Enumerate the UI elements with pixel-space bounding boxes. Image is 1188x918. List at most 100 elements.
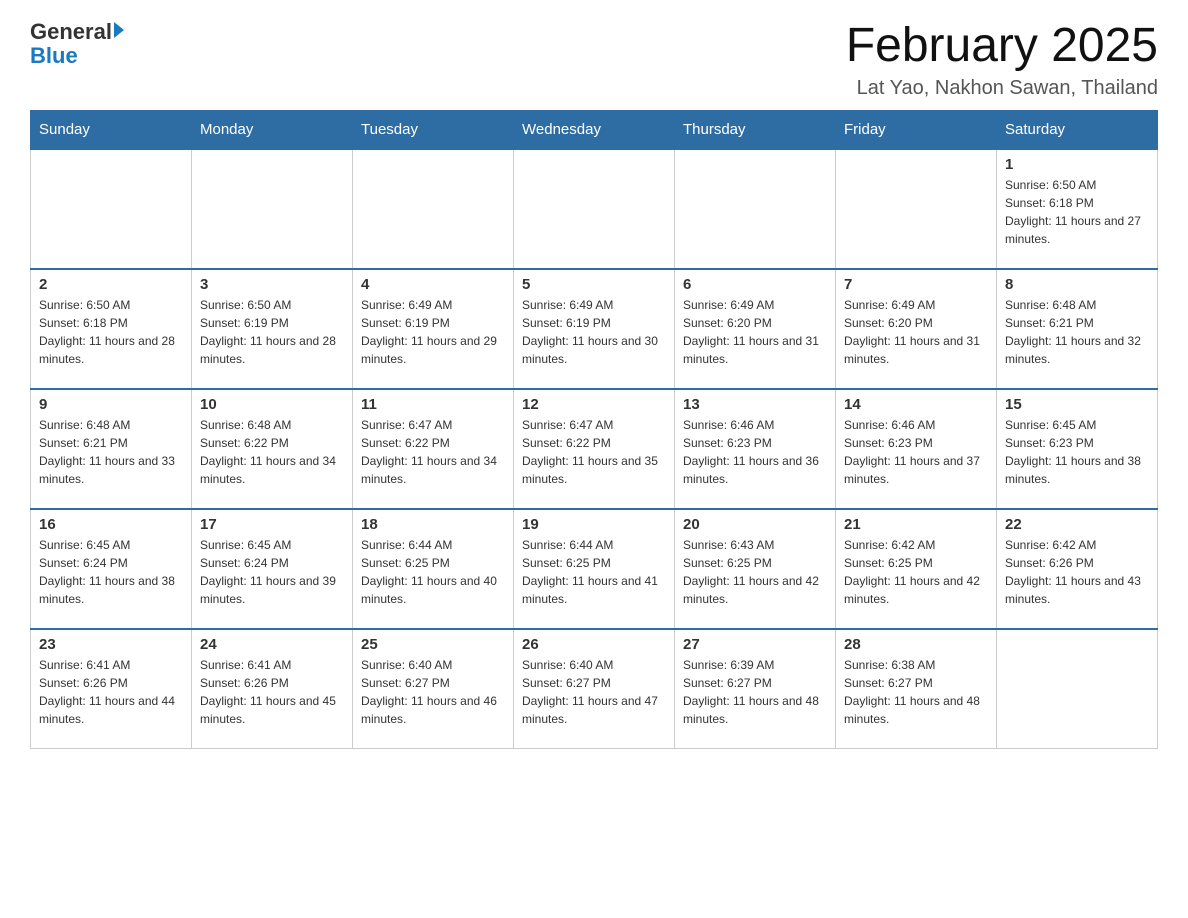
calendar-cell: 21 Sunrise: 6:42 AM Sunset: 6:25 PM Dayli…: [836, 509, 997, 629]
week-row-2: 2 Sunrise: 6:50 AM Sunset: 6:18 PM Daylig…: [31, 269, 1158, 389]
calendar-cell: 27 Sunrise: 6:39 AM Sunset: 6:27 PM Dayli…: [675, 629, 836, 749]
week-row-5: 23 Sunrise: 6:41 AM Sunset: 6:26 PM Dayli…: [31, 629, 1158, 749]
calendar-cell: 19 Sunrise: 6:44 AM Sunset: 6:25 PM Dayli…: [514, 509, 675, 629]
day-number: 20: [683, 516, 827, 533]
day-number: 14: [844, 396, 988, 413]
calendar-cell: 12 Sunrise: 6:47 AM Sunset: 6:22 PM Dayli…: [514, 389, 675, 509]
calendar-cell: 13 Sunrise: 6:46 AM Sunset: 6:23 PM Dayli…: [675, 389, 836, 509]
day-info: Sunrise: 6:42 AM Sunset: 6:25 PM Dayligh…: [844, 536, 988, 608]
column-header-tuesday: Tuesday: [353, 110, 514, 149]
day-number: 5: [522, 276, 666, 293]
calendar-subtitle: Lat Yao, Nakhon Sawan, Thailand: [846, 77, 1158, 100]
day-info: Sunrise: 6:49 AM Sunset: 6:20 PM Dayligh…: [844, 296, 988, 368]
calendar-cell: [31, 149, 192, 269]
logo-general-text: General: [30, 20, 112, 44]
day-number: 25: [361, 636, 505, 653]
day-number: 24: [200, 636, 344, 653]
day-info: Sunrise: 6:39 AM Sunset: 6:27 PM Dayligh…: [683, 656, 827, 728]
calendar-cell: 3 Sunrise: 6:50 AM Sunset: 6:19 PM Daylig…: [192, 269, 353, 389]
week-row-3: 9 Sunrise: 6:48 AM Sunset: 6:21 PM Daylig…: [31, 389, 1158, 509]
calendar-header-row: SundayMondayTuesdayWednesdayThursdayFrid…: [31, 110, 1158, 149]
calendar-cell: [192, 149, 353, 269]
day-number: 4: [361, 276, 505, 293]
day-number: 23: [39, 636, 183, 653]
column-header-monday: Monday: [192, 110, 353, 149]
week-row-1: 1 Sunrise: 6:50 AM Sunset: 6:18 PM Daylig…: [31, 149, 1158, 269]
logo-blue-text: Blue: [30, 44, 124, 68]
day-info: Sunrise: 6:44 AM Sunset: 6:25 PM Dayligh…: [522, 536, 666, 608]
calendar-title: February 2025: [846, 20, 1158, 73]
column-header-wednesday: Wednesday: [514, 110, 675, 149]
day-info: Sunrise: 6:50 AM Sunset: 6:19 PM Dayligh…: [200, 296, 344, 368]
day-number: 7: [844, 276, 988, 293]
calendar-cell: 25Sunrise: 6:40 AM Sunset: 6:27 PM Dayli…: [353, 629, 514, 749]
column-header-friday: Friday: [836, 110, 997, 149]
calendar-cell: 24 Sunrise: 6:41 AM Sunset: 6:26 PM Dayli…: [192, 629, 353, 749]
day-number: 21: [844, 516, 988, 533]
calendar-cell: 28 Sunrise: 6:38 AM Sunset: 6:27 PM Dayli…: [836, 629, 997, 749]
day-number: 28: [844, 636, 988, 653]
day-info: Sunrise: 6:47 AM Sunset: 6:22 PM Dayligh…: [361, 416, 505, 488]
logo[interactable]: General Blue: [30, 20, 124, 68]
calendar-cell: 7 Sunrise: 6:49 AM Sunset: 6:20 PM Daylig…: [836, 269, 997, 389]
calendar-cell: 2 Sunrise: 6:50 AM Sunset: 6:18 PM Daylig…: [31, 269, 192, 389]
day-info: Sunrise: 6:47 AM Sunset: 6:22 PM Dayligh…: [522, 416, 666, 488]
day-info: Sunrise: 6:42 AM Sunset: 6:26 PM Dayligh…: [1005, 536, 1149, 608]
page-header: General Blue February 2025 Lat Yao, Nakh…: [30, 20, 1158, 100]
day-info: Sunrise: 6:48 AM Sunset: 6:21 PM Dayligh…: [1005, 296, 1149, 368]
week-row-4: 16 Sunrise: 6:45 AM Sunset: 6:24 PM Dayli…: [31, 509, 1158, 629]
calendar-cell: 10 Sunrise: 6:48 AM Sunset: 6:22 PM Dayli…: [192, 389, 353, 509]
day-info: Sunrise: 6:41 AM Sunset: 6:26 PM Dayligh…: [39, 656, 183, 728]
day-number: 1: [1005, 156, 1149, 173]
day-info: Sunrise: 6:41 AM Sunset: 6:26 PM Dayligh…: [200, 656, 344, 728]
calendar-cell: [836, 149, 997, 269]
calendar-cell: 26 Sunrise: 6:40 AM Sunset: 6:27 PM Dayli…: [514, 629, 675, 749]
day-info: Sunrise: 6:45 AM Sunset: 6:24 PM Dayligh…: [200, 536, 344, 608]
day-info: Sunrise: 6:50 AM Sunset: 6:18 PM Dayligh…: [1005, 176, 1149, 248]
day-number: 13: [683, 396, 827, 413]
calendar-cell: 20 Sunrise: 6:43 AM Sunset: 6:25 PM Dayli…: [675, 509, 836, 629]
day-number: 11: [361, 396, 505, 413]
day-info: Sunrise: 6:46 AM Sunset: 6:23 PM Dayligh…: [683, 416, 827, 488]
day-number: 27: [683, 636, 827, 653]
calendar-cell: 18Sunrise: 6:44 AM Sunset: 6:25 PM Dayli…: [353, 509, 514, 629]
calendar-cell: 23 Sunrise: 6:41 AM Sunset: 6:26 PM Dayli…: [31, 629, 192, 749]
day-number: 2: [39, 276, 183, 293]
calendar-cell: 11 Sunrise: 6:47 AM Sunset: 6:22 PM Dayli…: [353, 389, 514, 509]
day-info: Sunrise: 6:48 AM Sunset: 6:21 PM Dayligh…: [39, 416, 183, 488]
day-number: 22: [1005, 516, 1149, 533]
calendar-cell: 17 Sunrise: 6:45 AM Sunset: 6:24 PM Dayli…: [192, 509, 353, 629]
logo-arrow-icon: [114, 22, 124, 38]
day-info: Sunrise: 6:49 AM Sunset: 6:19 PM Dayligh…: [361, 296, 505, 368]
day-number: 12: [522, 396, 666, 413]
day-number: 26: [522, 636, 666, 653]
calendar-cell: 22 Sunrise: 6:42 AM Sunset: 6:26 PM Dayli…: [997, 509, 1158, 629]
day-number: 17: [200, 516, 344, 533]
day-info: Sunrise: 6:45 AM Sunset: 6:24 PM Dayligh…: [39, 536, 183, 608]
day-number: 3: [200, 276, 344, 293]
calendar-cell: 16 Sunrise: 6:45 AM Sunset: 6:24 PM Dayli…: [31, 509, 192, 629]
day-info: Sunrise: 6:50 AM Sunset: 6:18 PM Dayligh…: [39, 296, 183, 368]
column-header-sunday: Sunday: [31, 110, 192, 149]
day-number: 9: [39, 396, 183, 413]
day-number: 16: [39, 516, 183, 533]
calendar-cell: [353, 149, 514, 269]
calendar-cell: 15Sunrise: 6:45 AM Sunset: 6:23 PM Dayli…: [997, 389, 1158, 509]
day-info: Sunrise: 6:44 AM Sunset: 6:25 PM Dayligh…: [361, 536, 505, 608]
day-info: Sunrise: 6:43 AM Sunset: 6:25 PM Dayligh…: [683, 536, 827, 608]
day-info: Sunrise: 6:38 AM Sunset: 6:27 PM Dayligh…: [844, 656, 988, 728]
day-number: 10: [200, 396, 344, 413]
title-block: February 2025 Lat Yao, Nakhon Sawan, Tha…: [846, 20, 1158, 100]
day-info: Sunrise: 6:46 AM Sunset: 6:23 PM Dayligh…: [844, 416, 988, 488]
calendar-cell: 8 Sunrise: 6:48 AM Sunset: 6:21 PM Daylig…: [997, 269, 1158, 389]
calendar-cell: 5Sunrise: 6:49 AM Sunset: 6:19 PM Daylig…: [514, 269, 675, 389]
day-info: Sunrise: 6:48 AM Sunset: 6:22 PM Dayligh…: [200, 416, 344, 488]
calendar-cell: 6Sunrise: 6:49 AM Sunset: 6:20 PM Daylig…: [675, 269, 836, 389]
day-number: 19: [522, 516, 666, 533]
day-info: Sunrise: 6:40 AM Sunset: 6:27 PM Dayligh…: [522, 656, 666, 728]
day-info: Sunrise: 6:45 AM Sunset: 6:23 PM Dayligh…: [1005, 416, 1149, 488]
calendar-table: SundayMondayTuesdayWednesdayThursdayFrid…: [30, 110, 1158, 750]
calendar-cell: [997, 629, 1158, 749]
day-number: 8: [1005, 276, 1149, 293]
calendar-cell: [675, 149, 836, 269]
